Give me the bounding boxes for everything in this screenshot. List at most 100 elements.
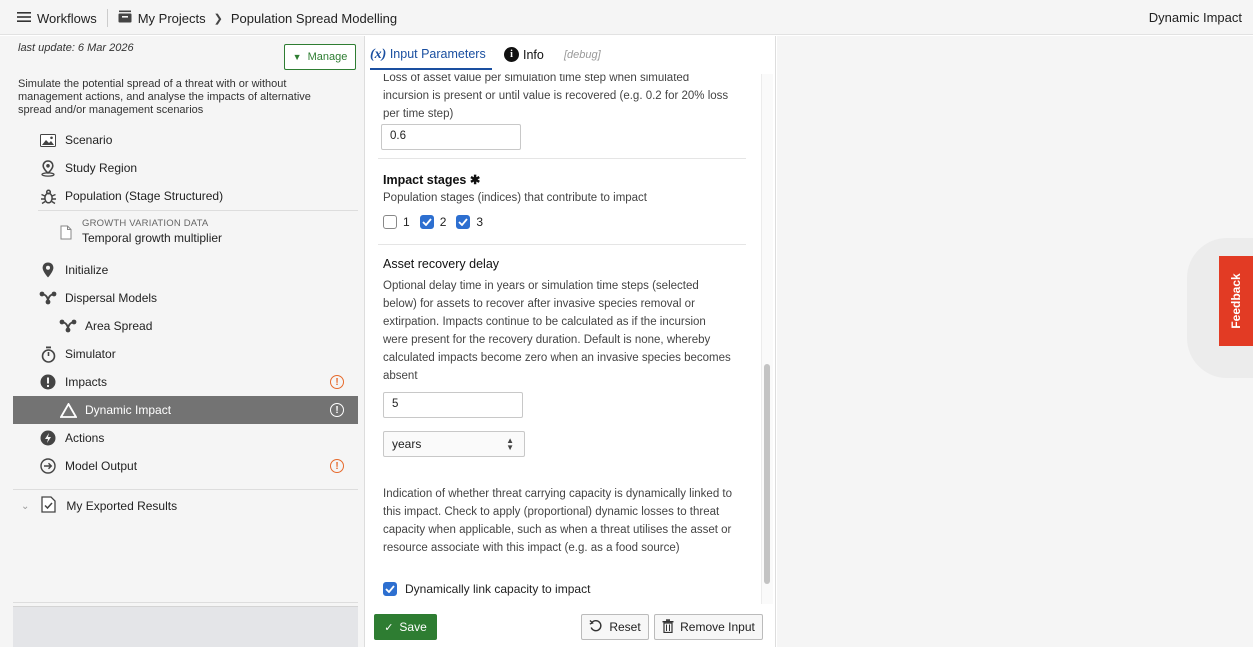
- impact-stages-title: Impact stages ✱: [383, 173, 481, 187]
- recovery-delay-title: Asset recovery delay: [383, 257, 500, 271]
- sort-arrows-icon: ▲ ▼: [506, 436, 514, 452]
- capacity-checkbox-row[interactable]: Dynamically link capacity to impact: [383, 582, 590, 596]
- stage-checkbox-2[interactable]: 2: [419, 215, 447, 229]
- tree-item-actions[interactable]: Actions: [13, 424, 358, 452]
- breadcrumb-current: Population Spread Modelling: [230, 10, 398, 26]
- lightning-circle-icon: [39, 429, 57, 447]
- workflow-sidebar: last update: 6 Mar 2026 ▼ Manage Simulat…: [0, 36, 365, 647]
- panel-title: Dynamic Impact: [1148, 10, 1242, 25]
- impact-stages-description: Population stages (indices) that contrib…: [383, 192, 648, 204]
- tab-label: Info: [523, 47, 544, 62]
- scrollbar-thumb[interactable]: [764, 364, 770, 584]
- chevron-down-icon[interactable]: ⌄: [21, 501, 29, 512]
- stage-label: 1: [403, 215, 410, 229]
- loss-description: Loss of asset value per simulation time …: [383, 74, 729, 120]
- tree-item-initialize[interactable]: Initialize: [13, 256, 358, 284]
- checkmark-icon[interactable]: [419, 215, 434, 229]
- dispersal-branch-icon: [59, 317, 77, 335]
- inbox-tray-icon: [118, 10, 132, 26]
- tree-item-label: Dispersal Models: [65, 291, 158, 305]
- tree-item-model-output[interactable]: Model Output !: [13, 452, 358, 480]
- stage-checkbox-1[interactable]: 1: [383, 215, 410, 229]
- file-icon: [60, 225, 72, 243]
- tree-item-simulator[interactable]: Simulator: [13, 340, 358, 368]
- top-bar: Workflows My Projects ❯ Population Sprea…: [0, 0, 1253, 35]
- tree-item-label: Dynamic Impact: [85, 403, 172, 417]
- stopwatch-icon: [39, 345, 57, 363]
- remove-input-button[interactable]: Remove Input: [654, 614, 763, 640]
- divider: [378, 244, 746, 245]
- exported-results-label: My Exported Results: [66, 499, 178, 513]
- tree-item-population[interactable]: Population (Stage Structured): [13, 182, 358, 210]
- tree-item-label: Initialize: [65, 263, 109, 277]
- manage-button[interactable]: ▼ Manage: [284, 44, 356, 70]
- tab-label: Input Parameters: [389, 47, 486, 61]
- tree-item-impacts[interactable]: Impacts !: [13, 368, 358, 396]
- feedback-button[interactable]: Feedback: [1219, 256, 1253, 346]
- breadcrumb: Workflows My Projects ❯ Population Sprea…: [17, 9, 397, 27]
- tree-item-scenario[interactable]: Scenario: [13, 126, 358, 154]
- stage-label: 3: [476, 215, 484, 229]
- variable-x-icon: (x): [370, 47, 387, 62]
- checkmark-icon[interactable]: [383, 582, 397, 596]
- tree-item-study-region[interactable]: Study Region: [13, 154, 358, 182]
- tree-item-dispersal-models[interactable]: Dispersal Models: [13, 284, 358, 312]
- divider: [13, 602, 358, 603]
- map-pin-icon: [39, 159, 57, 177]
- feedback-label: Feedback: [1229, 273, 1243, 329]
- my-projects-link[interactable]: My Projects: [138, 11, 206, 26]
- capacity-checkbox-label: Dynamically link capacity to impact: [405, 582, 591, 596]
- exported-results-section[interactable]: ⌄ My Exported Results: [13, 489, 358, 517]
- trash-icon: [662, 618, 674, 636]
- tree-item-area-spread[interactable]: Area Spread: [13, 312, 358, 340]
- tree-item-label: Population (Stage Structured): [65, 189, 224, 203]
- tree-item-label: Simulator: [65, 347, 116, 361]
- checkbox-unchecked[interactable]: [383, 215, 397, 229]
- recovery-delay-description: Optional delay time in years or simulati…: [383, 280, 731, 382]
- location-marker-icon: [39, 261, 57, 279]
- form-scroll-area[interactable]: Loss of asset value per simulation time …: [366, 74, 761, 604]
- panel-tabs: (x) Input Parameters i Info [debug]: [366, 36, 776, 74]
- tree-item-dynamic-impact[interactable]: Dynamic Impact !: [13, 396, 358, 424]
- impact-stages-checkboxes: 1 2 3: [383, 215, 493, 229]
- warning-icon: !: [330, 459, 344, 473]
- remove-input-button-label: Remove Input: [680, 620, 755, 634]
- tree-item-label: Model Output: [65, 459, 138, 473]
- tree-item-label: Actions: [65, 431, 105, 445]
- workflow-tree: Scenario Study Region Population (Stage …: [13, 126, 358, 480]
- hamburger-menu-icon[interactable]: [17, 11, 31, 26]
- tree-item-label: Impacts: [65, 375, 108, 389]
- map-view-area: [777, 36, 1253, 647]
- capacity-description: Indication of whether threat carrying ca…: [383, 488, 733, 554]
- save-button[interactable]: ✓ Save: [374, 614, 437, 640]
- chevron-down-icon: ▼: [292, 52, 302, 62]
- tree-item-label: Area Spread: [85, 319, 153, 333]
- tree-item-label: Scenario: [65, 133, 113, 147]
- checkmark-icon: ✓: [384, 621, 394, 634]
- tab-info[interactable]: i Info: [504, 47, 544, 62]
- loss-value-input[interactable]: 0.6: [381, 124, 521, 150]
- image-icon: [39, 131, 57, 149]
- warning-icon: !: [330, 403, 344, 417]
- document-check-icon: [41, 496, 57, 516]
- dispersal-branch-icon: [39, 289, 57, 307]
- arrow-circle-right-icon: [39, 457, 57, 475]
- stage-checkbox-3[interactable]: 3: [456, 215, 483, 229]
- growth-variation-data-item[interactable]: GROWTH VARIATION DATA Temporal growth mu…: [38, 210, 358, 256]
- reset-icon: [589, 619, 603, 636]
- workflows-link[interactable]: Workflows: [37, 11, 97, 26]
- growth-variation-heading: GROWTH VARIATION DATA: [82, 218, 209, 229]
- stage-label: 2: [439, 215, 447, 229]
- divider: [106, 9, 108, 27]
- recovery-delay-input[interactable]: 5: [383, 392, 523, 418]
- recovery-unit-select[interactable]: years ▲ ▼: [383, 431, 525, 457]
- bug-icon: [39, 187, 57, 205]
- tab-input-parameters[interactable]: (x) Input Parameters: [370, 47, 492, 70]
- reset-button[interactable]: Reset: [581, 614, 649, 640]
- manage-button-label: Manage: [307, 51, 348, 63]
- checkmark-icon[interactable]: [456, 215, 471, 229]
- tab-debug[interactable]: [debug]: [564, 49, 601, 61]
- scrollbar[interactable]: [761, 74, 773, 604]
- divider: [378, 158, 746, 159]
- reset-button-label: Reset: [609, 620, 641, 634]
